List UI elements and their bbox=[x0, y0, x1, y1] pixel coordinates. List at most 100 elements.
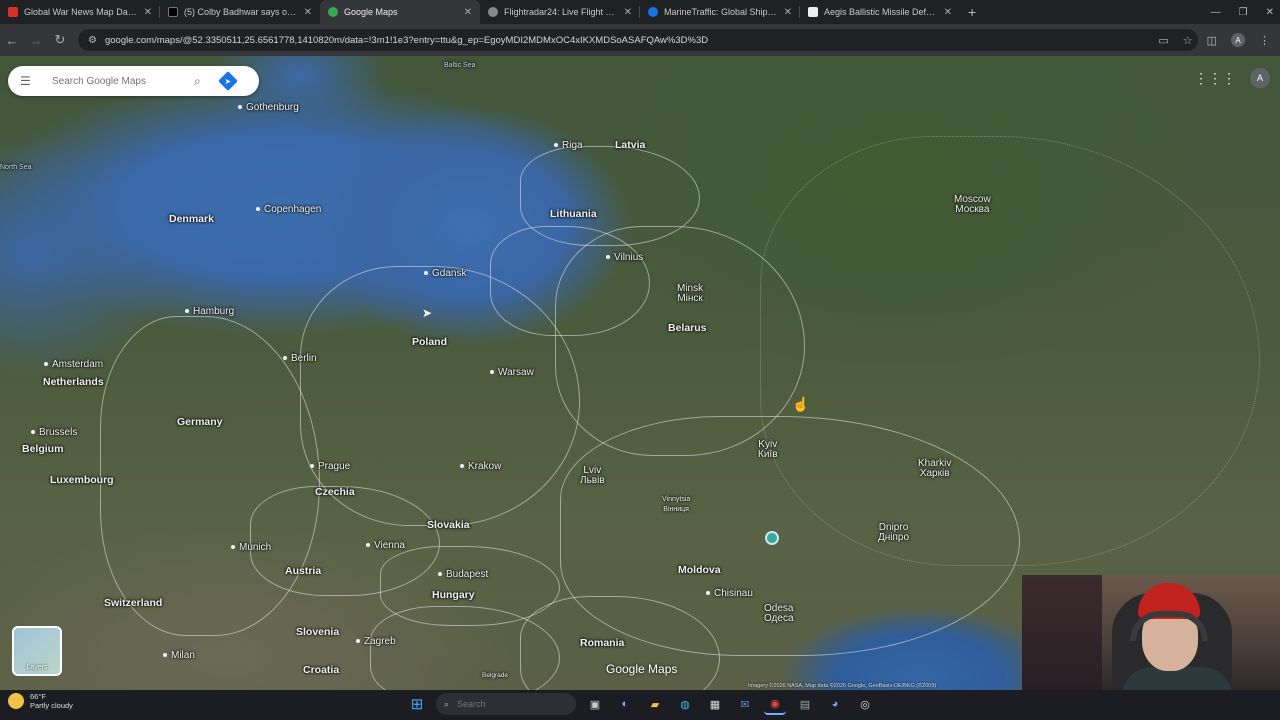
obs-icon[interactable]: ◎ bbox=[854, 693, 876, 715]
tab-google-maps[interactable]: Google Maps ✕ bbox=[320, 0, 480, 24]
close-tab-icon[interactable]: ✕ bbox=[304, 7, 312, 18]
label-zagreb: Zagreb bbox=[356, 636, 396, 647]
label-gdansk: Gdansk bbox=[424, 268, 466, 279]
file-explorer-icon[interactable]: ▰ bbox=[644, 693, 666, 715]
maps-favicon-icon bbox=[328, 7, 338, 17]
maximize-icon[interactable]: ❐ bbox=[1239, 7, 1248, 18]
task-view-icon[interactable]: ▣ bbox=[584, 693, 606, 715]
tab-x-post[interactable]: (5) Colby Badhwar says on X ✕ bbox=[160, 0, 320, 24]
label-lithuania: Lithuania bbox=[550, 208, 597, 220]
search-icon: ⌕ bbox=[444, 698, 450, 709]
label-minsk-local: Мінск bbox=[677, 293, 703, 304]
border-slovakia bbox=[380, 546, 560, 626]
label-hamburg: Hamburg bbox=[185, 306, 234, 317]
close-tab-icon[interactable]: ✕ bbox=[464, 7, 472, 18]
label-kharkiv: Kharkiv Харків bbox=[918, 459, 951, 479]
hamburger-menu-icon[interactable]: ☰ bbox=[20, 74, 34, 88]
label-vilnius: Vilnius bbox=[606, 252, 643, 263]
tab-bar: Global War News Map Day 146 ✕ (5) Colby … bbox=[0, 0, 1280, 24]
close-window-icon[interactable]: ✕ bbox=[1266, 7, 1274, 18]
maps-search-input[interactable] bbox=[50, 74, 190, 88]
close-tab-icon[interactable]: ✕ bbox=[624, 7, 632, 18]
bookmark-star-icon[interactable]: ☆ bbox=[1183, 34, 1193, 47]
label-vinnytsia-local: Вінниця bbox=[663, 506, 689, 513]
browser-menu-icon[interactable]: ⋮ bbox=[1259, 34, 1270, 47]
weather-text: 66°F Partly cloudy bbox=[30, 692, 73, 710]
tab-flightradar[interactable]: Flightradar24: Live Flight Track ✕ bbox=[480, 0, 640, 24]
omnibar-actions: ▭ ☆ ◫ A ⋮ bbox=[1158, 24, 1270, 56]
taskbar-search-input[interactable] bbox=[455, 698, 536, 710]
minimize-icon[interactable]: — bbox=[1211, 7, 1221, 18]
label-munich: Munich bbox=[231, 542, 271, 553]
label-vinnytsia: Vinnytsia Вінниця bbox=[662, 495, 690, 515]
taskbar-apps: ⊞ ⌕ ▣ ◐ ▰ ◍ ▦ ✉ ◉ ▤ ◕ ◎ bbox=[406, 693, 876, 715]
close-tab-icon[interactable]: ✕ bbox=[784, 7, 792, 18]
label-moscow: Moscow Москва bbox=[954, 195, 991, 215]
profile-avatar[interactable]: A bbox=[1231, 33, 1245, 47]
background-shelf bbox=[1022, 575, 1102, 690]
copilot-icon[interactable]: ◐ bbox=[614, 693, 636, 715]
label-vienna: Vienna bbox=[366, 540, 405, 551]
label-belgrade: Belgrade bbox=[482, 672, 509, 679]
close-tab-icon[interactable]: ✕ bbox=[944, 7, 952, 18]
label-odesa-local: Одеса bbox=[764, 613, 794, 624]
tab-title: Google Maps bbox=[344, 7, 398, 17]
chrome-icon[interactable]: ◉ bbox=[764, 693, 786, 715]
label-baltic-sea: Baltic Sea bbox=[444, 62, 476, 69]
tab-title: (5) Colby Badhwar says on X bbox=[184, 7, 298, 17]
app-icon[interactable]: ▤ bbox=[794, 693, 816, 715]
border-lithuania bbox=[490, 226, 650, 336]
mouse-pointer-icon: ➤ bbox=[422, 306, 433, 320]
border-hungary bbox=[370, 606, 560, 690]
store-icon[interactable]: ▦ bbox=[704, 693, 726, 715]
label-austria: Austria bbox=[285, 565, 322, 577]
label-netherlands: Netherlands bbox=[43, 376, 104, 388]
youtube-favicon-icon bbox=[8, 7, 18, 17]
window-controls: — ❐ ✕ bbox=[1211, 0, 1274, 24]
label-warsaw: Warsaw bbox=[490, 367, 534, 378]
directions-icon[interactable]: ➤ bbox=[217, 71, 238, 91]
layers-button[interactable]: Layers bbox=[12, 626, 62, 676]
google-apps-grid-icon[interactable]: ⋮⋮⋮ bbox=[1194, 70, 1236, 87]
search-icon[interactable]: ⌕ bbox=[194, 74, 201, 89]
google-maps-logo: Google Maps bbox=[606, 662, 678, 676]
layers-label: Layers bbox=[26, 664, 48, 671]
back-icon[interactable]: ← bbox=[0, 33, 24, 48]
mail-icon[interactable]: ✉ bbox=[734, 693, 756, 715]
tab-title: MarineTraffic: Global Ship Track bbox=[664, 7, 778, 17]
edge-icon[interactable]: ◍ bbox=[674, 693, 696, 715]
label-north-sea: North Sea bbox=[0, 164, 32, 171]
tab-title: Global War News Map Day 146 bbox=[24, 7, 138, 17]
site-info-icon[interactable]: ⚙ bbox=[88, 35, 97, 46]
forward-icon[interactable]: → bbox=[24, 33, 48, 48]
taskbar-search[interactable]: ⌕ bbox=[436, 693, 576, 715]
tab-global-war-news[interactable]: Global War News Map Day 146 ✕ bbox=[0, 0, 160, 24]
label-moldova: Moldova bbox=[678, 564, 721, 576]
reload-icon[interactable]: ↻ bbox=[48, 32, 72, 48]
close-tab-icon[interactable]: ✕ bbox=[144, 7, 152, 18]
label-milan: Milan bbox=[163, 650, 195, 661]
label-hungary: Hungary bbox=[432, 589, 475, 601]
label-czechia: Czechia bbox=[315, 486, 355, 498]
label-romania: Romania bbox=[580, 637, 625, 649]
account-avatar[interactable]: A bbox=[1250, 68, 1270, 88]
temperature: 66°F bbox=[30, 692, 46, 701]
label-kyiv: Kyiv Київ bbox=[758, 440, 778, 460]
border-germany bbox=[100, 316, 320, 636]
cast-icon[interactable]: ▭ bbox=[1158, 34, 1168, 47]
maps-search-box[interactable]: ☰ ⌕ ➤ bbox=[8, 66, 259, 96]
new-tab-icon[interactable]: + bbox=[968, 4, 976, 20]
url-field[interactable]: ⚙ google.com/maps/@52.3350511,25.6561778… bbox=[78, 29, 1198, 51]
tab-aegis[interactable]: Aegis Ballistic Missile Defense ✕ bbox=[800, 0, 960, 24]
label-denmark: Denmark bbox=[169, 213, 214, 225]
tab-marinetraffic[interactable]: MarineTraffic: Global Ship Track ✕ bbox=[640, 0, 800, 24]
border-russia-regions bbox=[760, 136, 1260, 566]
windows-start-icon[interactable]: ⊞ bbox=[406, 693, 428, 715]
discord-icon[interactable]: ◕ bbox=[824, 693, 846, 715]
weather-widget[interactable]: 66°F Partly cloudy bbox=[8, 692, 73, 710]
location-pin-icon[interactable] bbox=[765, 531, 779, 545]
side-panel-icon[interactable]: ◫ bbox=[1207, 34, 1217, 47]
windows-taskbar: 66°F Partly cloudy ⊞ ⌕ ▣ ◐ ▰ ◍ ▦ ✉ ◉ ▤ ◕… bbox=[0, 690, 1280, 720]
label-kyiv-local: Київ bbox=[758, 449, 778, 460]
label-riga: Riga bbox=[554, 140, 583, 151]
